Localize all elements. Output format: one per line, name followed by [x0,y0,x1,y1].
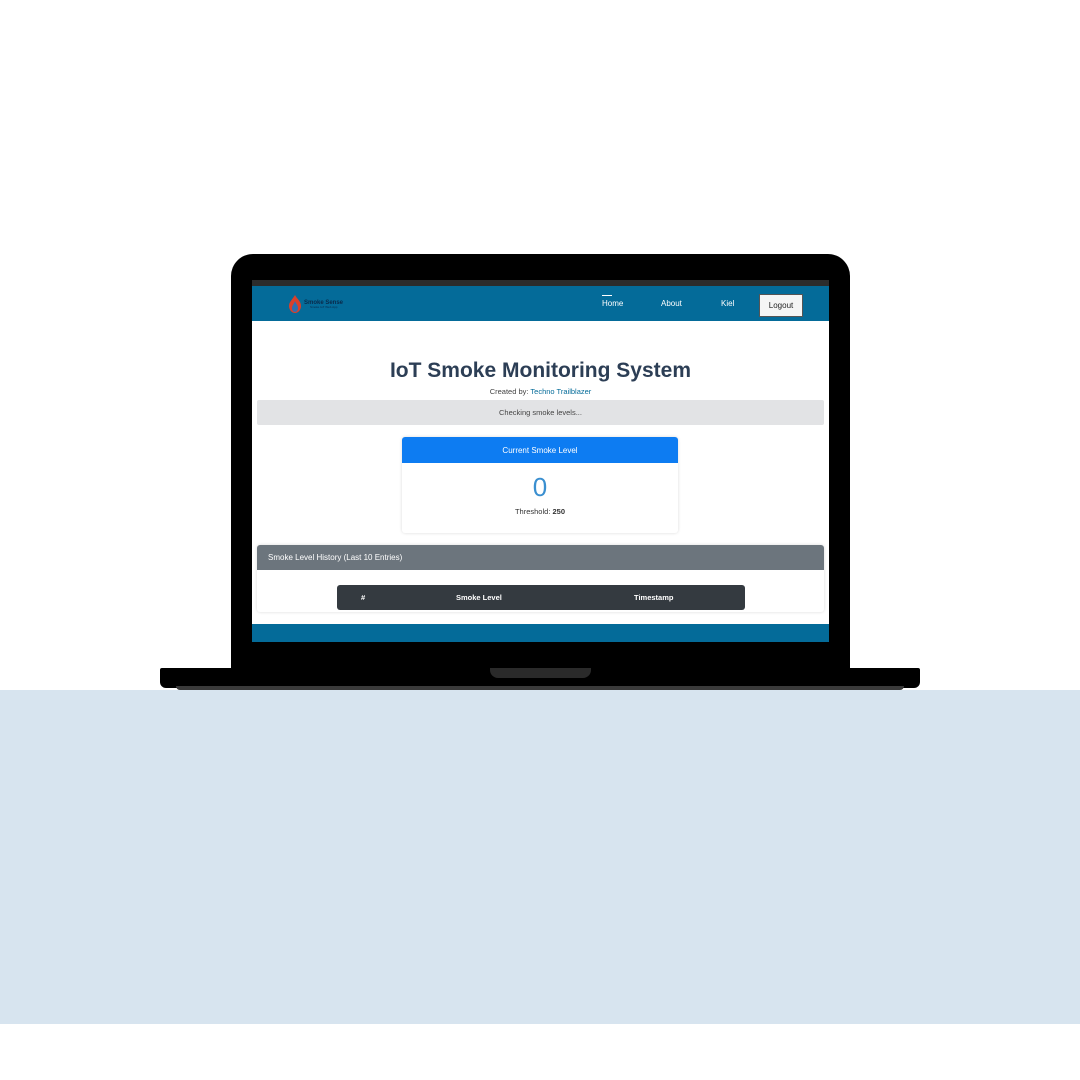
nav-home-link[interactable]: Home [602,295,623,308]
laptop-notch [490,668,591,678]
status-alert: Checking smoke levels... [257,400,824,425]
footer [252,624,829,642]
history-table-header: # Smoke Level Timestamp [337,585,745,610]
smoke-card-header: Current Smoke Level [402,437,678,463]
nav-about-link[interactable]: About [661,299,682,308]
threshold: Threshold: 250 [402,507,678,516]
column-smoke-level: Smoke Level [456,593,502,602]
nav-user-link[interactable]: Kiel [721,299,734,308]
scene: Smoke Sense Smoke IoT Web App Home About… [0,0,1080,1080]
threshold-label: Threshold: [514,507,551,516]
history-header: Smoke Level History (Last 10 Entries) [257,545,824,570]
flame-logo-icon [289,295,301,313]
author-link[interactable]: Techno Trailblazer [530,387,591,396]
logout-button[interactable]: Logout [759,294,803,317]
desk-background [0,690,1080,1024]
threshold-value: 250 [552,507,566,516]
smoke-level-card: Current Smoke Level 0 Threshold: 250 [402,437,678,533]
laptop-screen: Smoke Sense Smoke IoT Web App Home About… [252,280,829,642]
navbar: Smoke Sense Smoke IoT Web App Home About… [252,286,829,321]
column-timestamp: Timestamp [634,593,674,602]
smoke-level-value: 0 [532,472,548,502]
brand-tagline: Smoke IoT Web App [310,304,338,309]
laptop-base-shadow [176,686,904,690]
status-text: Checking smoke levels... [499,408,582,417]
created-by: Created by: Techno Trailblazer [252,387,829,396]
column-number: # [361,593,366,602]
created-by-label: Created by: [489,387,529,396]
history-card: Smoke Level History (Last 10 Entries) # … [257,545,824,612]
page-title: IoT Smoke Monitoring System [389,359,692,382]
brand[interactable]: Smoke Sense Smoke IoT Web App [288,295,343,313]
